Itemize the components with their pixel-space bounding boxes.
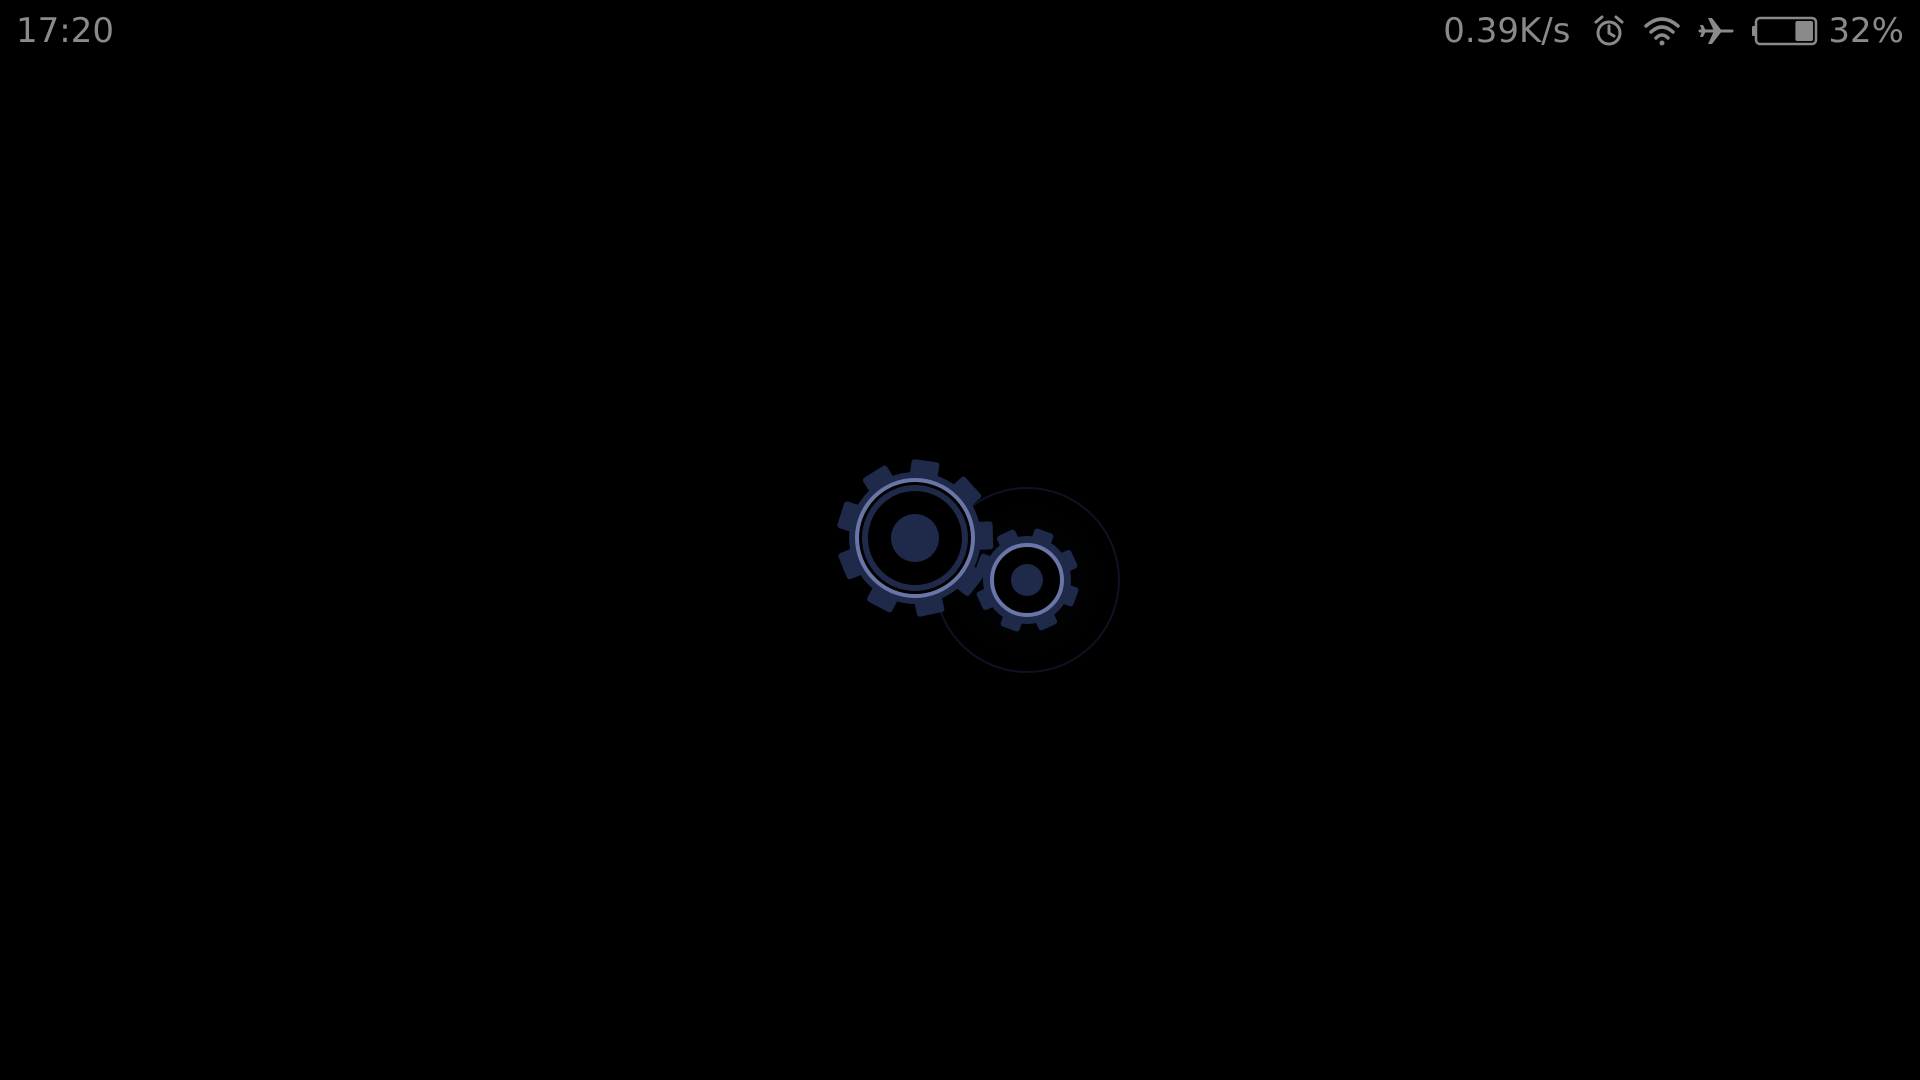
status-time: 17:20 [16,11,114,51]
network-speed: 0.39K/s [1443,11,1571,51]
wifi-icon [1644,16,1681,46]
alarm-icon [1592,14,1626,48]
battery-level-fill [1795,21,1814,41]
large-gear-icon [837,459,994,617]
battery-percent: 32% [1828,11,1904,51]
airplane-mode-icon [1698,15,1734,47]
status-bar: 17:20 0.39K/s 32% [0,0,1920,62]
status-indicators: 0.39K/s 32% [1443,11,1904,51]
battery-icon [1752,15,1820,47]
gears-loading-icon [820,450,1140,690]
app-screen: 17:20 0.39K/s 32% [0,0,1920,1080]
